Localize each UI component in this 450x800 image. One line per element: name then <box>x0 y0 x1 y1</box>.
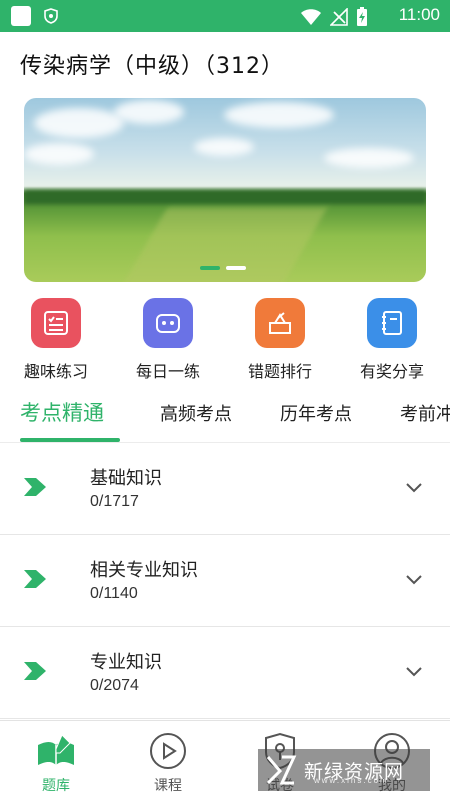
banner-image[interactable] <box>24 98 426 282</box>
notebook-icon <box>367 298 417 348</box>
section-progress: 0/2074 <box>90 677 139 694</box>
list-item[interactable]: 相关专业知识 0/1140 <box>0 535 450 627</box>
section-name: 基础知识 <box>90 468 162 489</box>
chevron-flag-icon <box>24 662 46 680</box>
tab-high-frequency[interactable]: 高频考点 <box>160 400 232 426</box>
quick-action-label: 每日一练 <box>135 362 200 381</box>
quick-action-label: 趣味练习 <box>23 362 88 381</box>
pagination-dot-active <box>200 266 220 270</box>
nav-courses[interactable]: 课程 <box>128 731 208 795</box>
tab-past-years[interactable]: 历年考点 <box>280 400 352 426</box>
section-name: 相关专业知识 <box>90 560 198 581</box>
chevron-flag-icon <box>24 478 46 496</box>
battery-icon <box>357 7 367 26</box>
list-item[interactable]: 专业知识 0/2074 <box>0 627 450 719</box>
quick-action-wrong-ranking[interactable]: 错题排行 <box>230 298 330 382</box>
robot-face-icon <box>143 298 193 348</box>
no-signal-icon <box>330 8 348 26</box>
quick-action-fun-practice[interactable]: 趣味练习 <box>6 298 106 382</box>
nav-question-bank[interactable]: 题库 <box>16 731 96 795</box>
section-name: 专业知识 <box>90 652 162 673</box>
tab-mastery[interactable]: 考点精通 <box>20 397 104 427</box>
status-bar: 11:00 <box>0 0 450 32</box>
watermark-logo-icon <box>266 755 297 785</box>
section-progress: 0/1717 <box>90 493 139 510</box>
quick-actions: 趣味练习 每日一练 错题排行 有奖分享 <box>0 298 450 388</box>
quick-action-label: 有奖分享 <box>359 362 424 381</box>
chevron-down-icon[interactable] <box>404 481 424 495</box>
tab-bar: 考点精通 高频考点 历年考点 考前冲 <box>0 392 450 442</box>
ranking-box-icon <box>255 298 305 348</box>
play-circle-icon <box>128 731 208 771</box>
section-progress: 0/1140 <box>90 585 138 602</box>
quick-action-share[interactable]: 有奖分享 <box>342 298 442 382</box>
quick-action-daily[interactable]: 每日一练 <box>118 298 218 382</box>
banner-pagination <box>200 266 246 270</box>
nav-label: 题库 <box>42 778 70 794</box>
app-notification-icon <box>11 6 31 26</box>
wifi-icon <box>301 9 321 25</box>
nav-label: 课程 <box>154 778 182 794</box>
book-pen-icon <box>16 731 96 771</box>
chevron-down-icon[interactable] <box>404 665 424 679</box>
watermark-url: www.xlhs.com <box>314 776 389 785</box>
chevron-down-icon[interactable] <box>404 573 424 587</box>
status-time: 11:00 <box>398 5 440 24</box>
quick-action-label: 错题排行 <box>247 362 312 381</box>
watermark: 新绿资源网 www.xlhs.com <box>258 749 430 791</box>
list-item[interactable]: 基础知识 0/1717 <box>0 443 450 535</box>
chevron-flag-icon <box>24 570 46 588</box>
practice-list-icon <box>31 298 81 348</box>
shield-icon <box>44 8 58 24</box>
tab-pre-exam[interactable]: 考前冲 <box>400 400 450 426</box>
page-title: 传染病学（中级）（312） <box>20 54 284 79</box>
pagination-dot <box>226 266 246 270</box>
